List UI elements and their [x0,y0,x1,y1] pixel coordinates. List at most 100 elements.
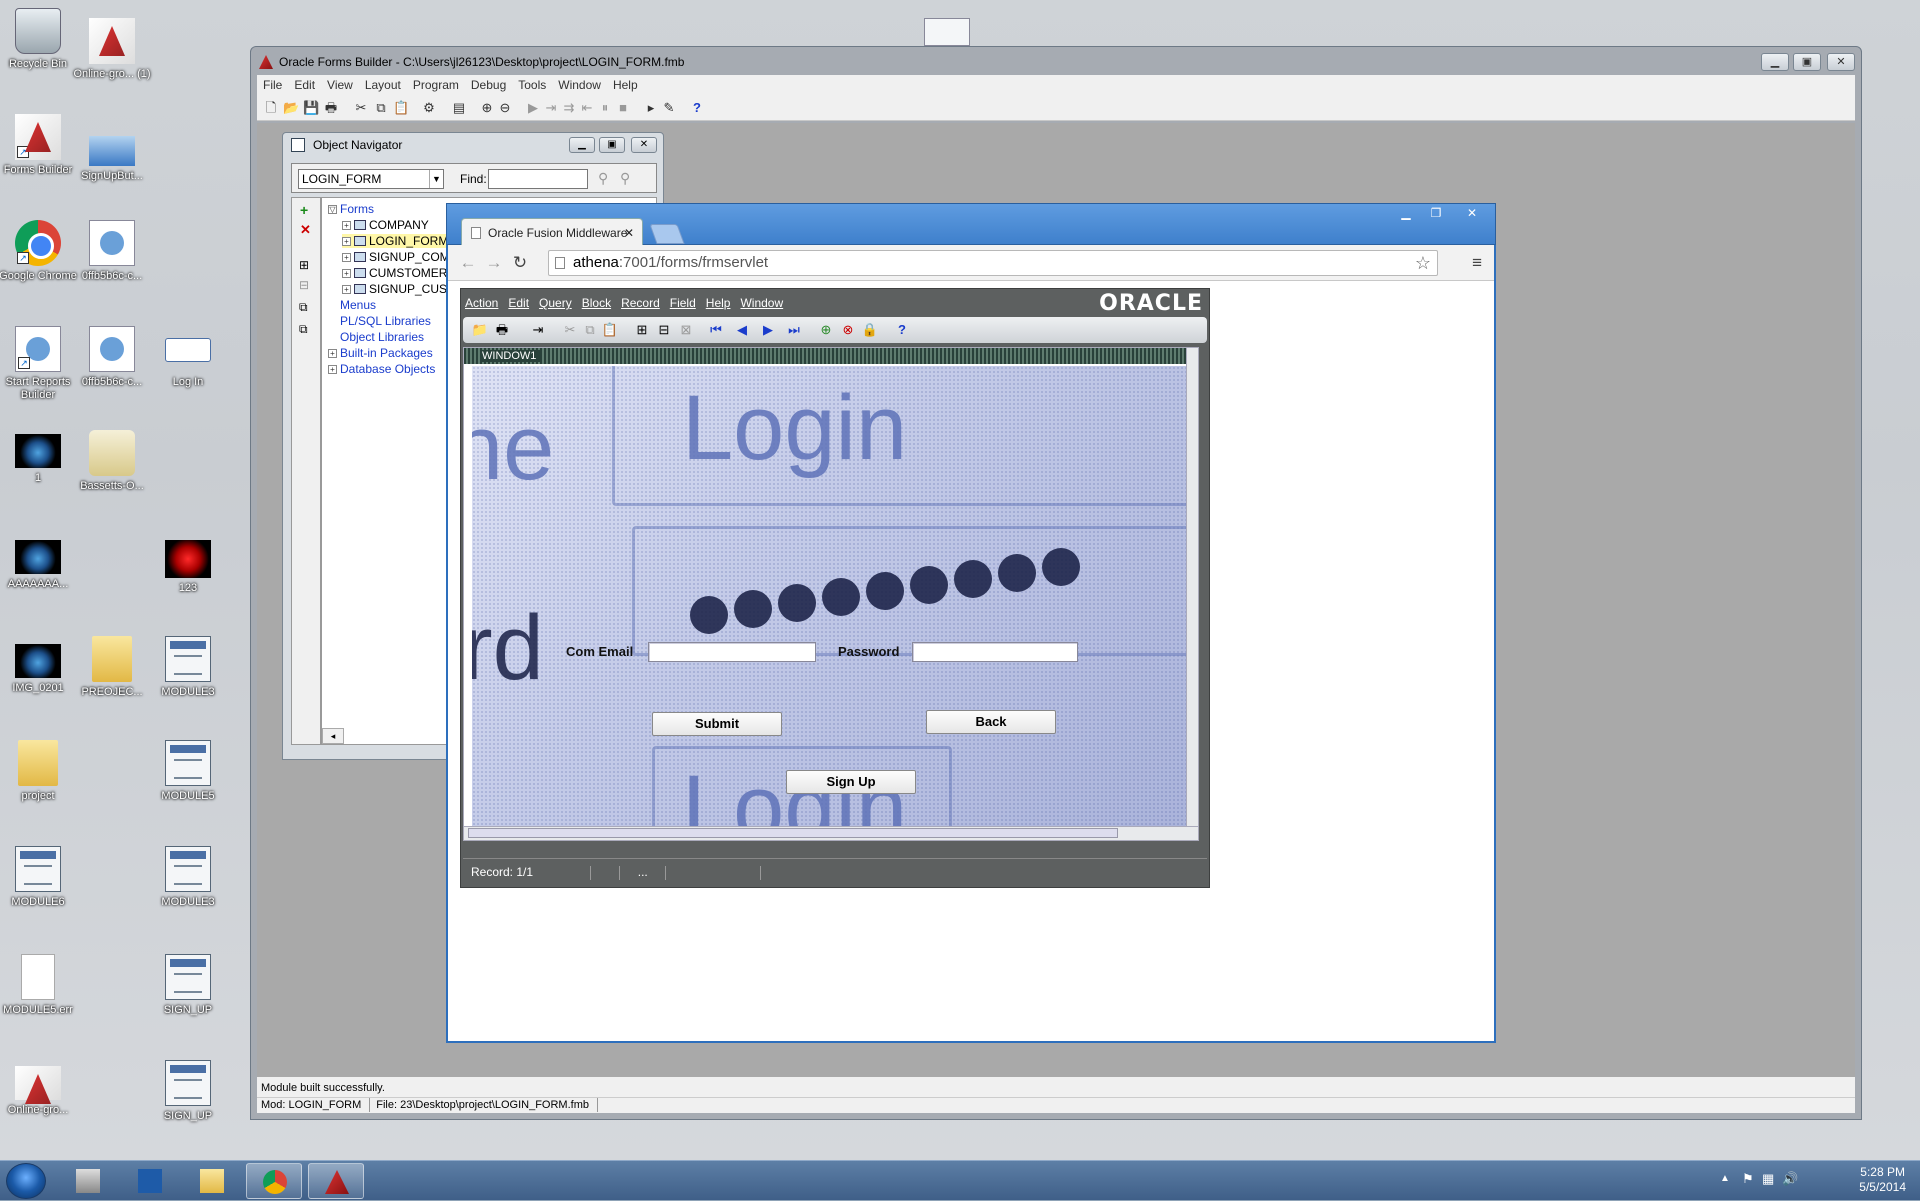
close-button[interactable]: ✕ [1459,206,1485,220]
tree-node-signup-com[interactable]: + SIGNUP_COM [342,250,450,264]
tree-node-database-objects[interactable]: + Database Objects [328,362,435,376]
menu-debug[interactable]: Debug [465,78,512,92]
menu-layout[interactable]: Layout [359,78,407,92]
enter-query-icon[interactable]: ⊞ [633,321,651,339]
desktop-item-123[interactable]: 123 [144,540,232,595]
expand-icon[interactable]: + [342,237,351,246]
save-icon[interactable]: 📁 [471,321,489,339]
cancel-query-icon[interactable]: ⊠ [677,321,695,339]
tree-node-menus[interactable]: Menus [340,298,376,312]
password-field[interactable] [912,642,1078,662]
print-icon[interactable]: 🖶 [493,321,511,339]
execute-query-icon[interactable]: ⊟ [655,321,673,339]
browser-tab[interactable]: Oracle Fusion Middleware ✕ [461,218,643,246]
paste-icon[interactable]: 📋 [601,321,619,339]
search-backward-icon[interactable]: ⚲ [620,170,630,187]
help-icon[interactable]: ? [689,100,705,116]
module-select[interactable]: LOGIN_FORM ▼ [298,169,444,189]
desktop-item-bassetts[interactable]: Bassetts-O... [68,430,156,493]
taskbar-powershell[interactable] [122,1163,178,1199]
copy-icon[interactable]: ⧉ [373,100,389,116]
collapse-icon[interactable]: ⊟ [299,278,309,292]
forward-icon[interactable]: → [484,253,504,273]
expand-icon[interactable]: + [342,269,351,278]
lock-record-icon[interactable]: 🔒 [861,321,879,339]
maximize-button[interactable]: ▣ [599,137,625,153]
reload-icon[interactable]: ↻ [510,253,530,273]
scroll-left-icon[interactable]: ◂ [322,728,344,744]
delete-icon[interactable]: ✕ [300,222,311,238]
search-forward-icon[interactable]: ⚲ [598,170,608,187]
desktop-item-signup2[interactable]: SIGN_UP [144,1060,232,1123]
menu-edit[interactable]: Edit [288,78,321,92]
desktop-item-module3[interactable]: MODULE3 [144,636,232,699]
debug-icon[interactable]: ✎ [661,100,677,116]
insert-record-icon[interactable]: ⊕ [817,321,835,339]
taskbar-forms-builder[interactable] [308,1163,364,1199]
expand-icon[interactable]: + [328,365,337,374]
tree-node-cumstomer[interactable]: + CUMSTOMER [342,266,447,280]
volume-icon[interactable]: 🔊 [1782,1171,1798,1187]
close-button[interactable]: ✕ [1827,53,1855,71]
bookmark-star-icon[interactable]: ☆ [1415,251,1431,275]
chrome-menu-icon[interactable]: ≡ [1472,253,1482,273]
desktop-item-ffb2[interactable]: 0ffb5b6c-c... [68,326,156,389]
menu-help[interactable]: Help [607,78,644,92]
desktop-item-signupbut[interactable]: SignUpBut... [68,128,156,183]
desktop-item-module5[interactable]: MODULE5 [144,740,232,803]
close-tab-icon[interactable]: ✕ [624,219,634,247]
horizontal-scrollbar[interactable] [464,826,1198,840]
desktop-item-preojec[interactable]: PREOJEC... [68,636,156,699]
expand-all-icon[interactable]: ⧉ [299,300,308,315]
restore-button[interactable]: ❐ [1423,206,1449,220]
close-button[interactable]: ✕ [631,137,657,153]
copy-icon[interactable]: ⧉ [581,321,599,339]
desktop-image-icon[interactable] [924,18,970,46]
print-icon[interactable]: 🖶 [323,100,339,116]
back-icon[interactable]: ← [458,253,478,273]
com-email-field[interactable] [648,642,816,662]
stop-icon[interactable]: ■ [615,100,631,116]
menu-window[interactable]: Window [736,296,789,310]
exit-icon[interactable]: ⇥ [529,321,547,339]
menu-record[interactable]: Record [617,296,666,310]
run-form-icon[interactable]: ▤ [451,100,467,116]
new-tab-button[interactable] [649,224,685,244]
desktop-item-online1[interactable]: Online-gro... (1) [68,18,156,81]
tree-node-builtin-packages[interactable]: + Built-in Packages [328,346,433,360]
expand-icon[interactable]: + [328,349,337,358]
next-record-icon[interactable]: ▶ [759,321,777,339]
show-hidden-icons[interactable]: ▲ [1720,1173,1730,1184]
step-over-icon[interactable]: ⇉ [561,100,577,116]
window1-titlebar[interactable]: WINDOW1 [464,348,1198,364]
desktop-item-login[interactable]: Log In [144,326,232,389]
taskbar-explorer[interactable] [184,1163,240,1199]
menu-view[interactable]: View [321,78,359,92]
paste-icon[interactable]: 📋 [393,100,409,116]
save-icon[interactable]: 💾 [303,100,319,116]
collapse-icon[interactable]: ⊖ [497,100,513,116]
menu-window[interactable]: Window [552,78,607,92]
tree-node-plsql-libraries[interactable]: PL/SQL Libraries [340,314,431,328]
remove-record-icon[interactable]: ⊗ [839,321,857,339]
sign-up-button[interactable]: Sign Up [786,770,916,794]
tree-node-object-libraries[interactable]: Object Libraries [340,330,424,344]
expand-icon[interactable]: + [342,221,351,230]
help-icon[interactable]: ? [893,321,911,339]
desktop-item-signup1[interactable]: SIGN_UP [144,954,232,1017]
tree-node-signup-cust[interactable]: + SIGNUP_CUST [342,282,454,296]
new-icon[interactable]: 🗋 [263,100,279,116]
previous-record-icon[interactable]: ◀ [733,321,751,339]
menu-field[interactable]: Field [666,296,702,310]
expand-icon[interactable]: ⊕ [479,100,495,116]
find-input[interactable] [488,169,588,189]
menu-help[interactable]: Help [702,296,737,310]
collapse-icon[interactable]: ▽ [328,205,337,214]
submit-button[interactable]: Submit [652,712,782,736]
next-block-icon[interactable]: ⏭ [785,321,803,339]
minimize-button[interactable]: ▁ [569,137,595,153]
open-icon[interactable]: 📂 [283,100,299,116]
step-into-icon[interactable]: ⇥ [543,100,559,116]
taskbar-chrome[interactable] [246,1163,302,1199]
menu-block[interactable]: Block [578,296,617,310]
